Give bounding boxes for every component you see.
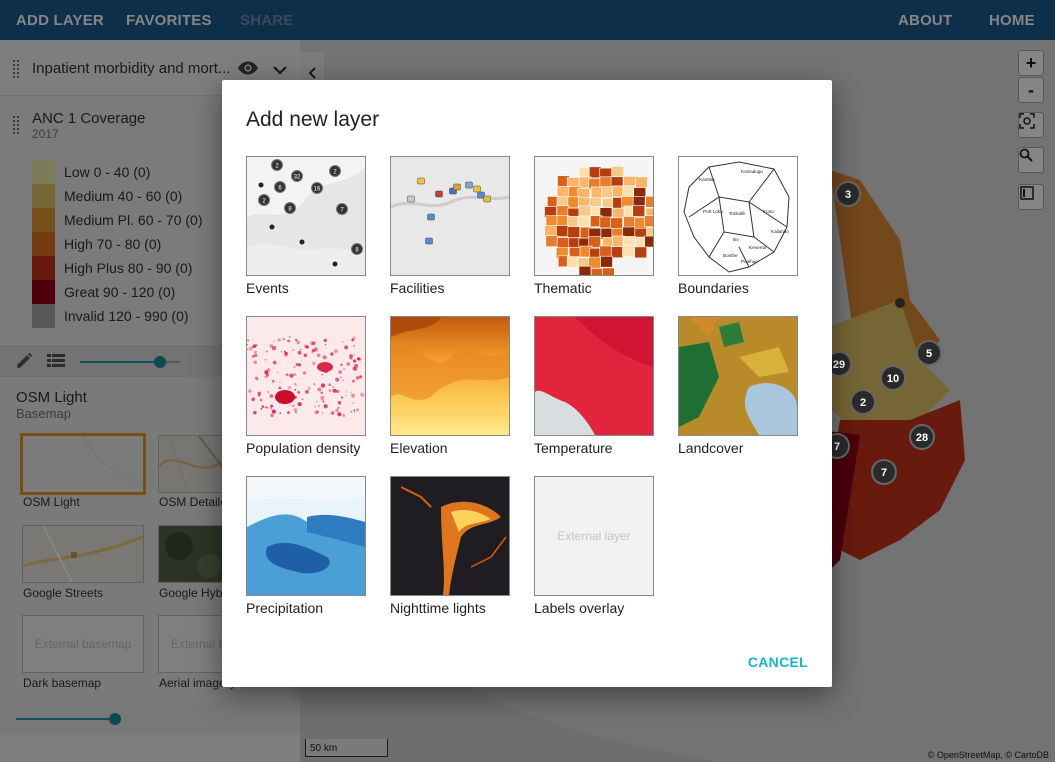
tile-label: Population density	[246, 440, 361, 456]
dialog-title: Add new layer	[246, 108, 380, 131]
nightlights-thumbnail[interactable]	[390, 476, 510, 596]
layer-tile-thematic[interactable]: Thematic	[534, 156, 654, 296]
layer-tile-landcover[interactable]: Landcover	[678, 316, 798, 456]
precipitation-thumbnail[interactable]	[246, 476, 366, 596]
layer-tile-labels[interactable]: External layer Labels overlay	[534, 476, 654, 616]
svg-text:Kenema: Kenema	[749, 245, 767, 250]
svg-text:16: 16	[314, 187, 321, 193]
boundaries-thumbnail[interactable]: Kambia Koinadugu Port Loko Tonkolili Kono Kai…	[678, 156, 798, 276]
elevation-thumbnail[interactable]	[390, 316, 510, 436]
layer-tile-facilities[interactable]: Facilities	[390, 156, 510, 296]
svg-text:Tonkolili: Tonkolili	[729, 211, 745, 216]
cluster-marker[interactable]: 3	[835, 181, 861, 207]
tile-label: Landcover	[678, 440, 744, 456]
tile-label: Temperature	[534, 440, 613, 456]
temperature-thumbnail[interactable]	[534, 316, 654, 436]
layer-tile-temperature[interactable]: Temperature	[534, 316, 654, 456]
cluster-count: 10	[887, 373, 899, 385]
svg-text:Bonthe: Bonthe	[723, 253, 738, 258]
cluster-count: 28	[916, 432, 928, 444]
cluster-count: 3	[845, 189, 851, 201]
svg-text:Kambia: Kambia	[699, 177, 715, 182]
cluster-count: 7	[834, 441, 840, 453]
layer-tile-precipitation[interactable]: Precipitation	[246, 476, 366, 616]
cluster-marker[interactable]: 28	[909, 424, 935, 450]
svg-text:32: 32	[294, 175, 301, 181]
layer-tile-population[interactable]: Population density	[246, 316, 366, 456]
facilities-thumbnail[interactable]	[390, 156, 510, 276]
cluster-marker[interactable]: 7	[871, 459, 897, 485]
landcover-thumbnail[interactable]	[678, 316, 798, 436]
svg-text:Bo: Bo	[733, 237, 739, 242]
cluster-marker[interactable]: 5	[916, 340, 942, 366]
svg-text:Koinadugu: Koinadugu	[741, 169, 763, 174]
tile-label: Thematic	[534, 280, 592, 296]
population-thumbnail[interactable]	[246, 316, 366, 436]
tile-label: Precipitation	[246, 600, 324, 616]
cluster-count: 7	[881, 467, 887, 479]
tile-label: Labels overlay	[534, 600, 625, 616]
labels-thumbnail[interactable]: External layer	[534, 476, 654, 596]
layer-tile-nightlights[interactable]: Nighttime lights	[390, 476, 510, 616]
cluster-count: 29	[833, 359, 845, 371]
cluster-marker[interactable]: 2	[850, 389, 876, 415]
layer-tile-boundaries[interactable]: Kambia Koinadugu Port Loko Tonkolili Kono Kai…	[678, 156, 798, 296]
tile-label: Facilities	[390, 280, 445, 296]
tile-label: Events	[246, 280, 289, 296]
tile-label: Boundaries	[678, 280, 749, 296]
cancel-button[interactable]: CANCEL	[748, 654, 808, 670]
thematic-thumbnail[interactable]	[534, 156, 654, 276]
cluster-count: 2	[860, 397, 866, 409]
layer-tile-elevation[interactable]: Elevation	[390, 316, 510, 456]
tile-label: Elevation	[390, 440, 448, 456]
svg-text:Pujehun: Pujehun	[741, 259, 758, 264]
svg-text:Kono: Kono	[763, 209, 774, 214]
events-thumbnail[interactable]: 2 32 2 6 16 2 8 7 8	[246, 156, 366, 276]
svg-text:Port Loko: Port Loko	[703, 209, 723, 214]
add-layer-dialog: Add new layer 2 32 2 6 16 2 8 7 8 Events Facilitie…	[222, 80, 832, 687]
tile-label: Nighttime lights	[390, 600, 486, 616]
external-layer-placeholder: External layer	[557, 529, 631, 543]
cluster-count: 5	[926, 348, 932, 360]
layer-tile-events[interactable]: 2 32 2 6 16 2 8 7 8 Events	[246, 156, 366, 296]
cluster-marker[interactable]: 10	[880, 365, 906, 391]
svg-text:Kailahun: Kailahun	[771, 229, 789, 234]
